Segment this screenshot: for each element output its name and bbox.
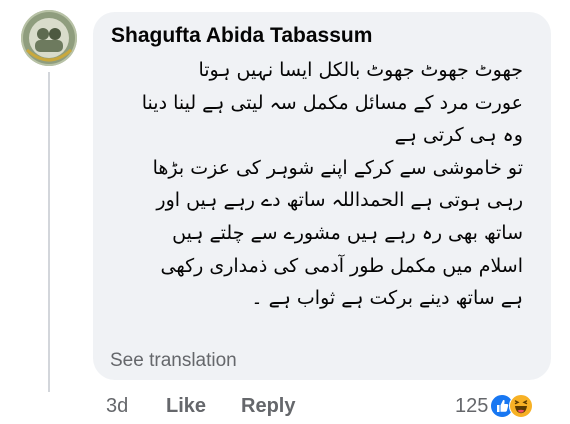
reaction-count: 125	[455, 394, 489, 417]
avatar[interactable]	[21, 10, 77, 66]
comment-timestamp[interactable]: 3d	[106, 395, 166, 418]
comment-line: جھوٹ جھوٹ جھوٹ بالکل ایسا نہیں ہوتا	[198, 59, 523, 81]
comment-line: رہی ہوتی ہے الحمداللہ ساتھ دے رہے ہیں او…	[156, 189, 523, 212]
comment-actions: 3d Like Reply	[106, 392, 295, 420]
comment-line: وہ ہی کرتی ہے	[394, 124, 523, 147]
comment-bubble: Shagufta Abida Tabassum جھوٹ جھوٹ جھوٹ ب…	[93, 12, 551, 380]
comment-line: ہے ساتھ دینے برکت ہے ثواب ہے ۔	[251, 287, 523, 310]
comment-line: ساتھ بھی رہ رہے ہیں مشورے سے چلتے ہیں	[172, 221, 523, 244]
haha-icon	[509, 394, 534, 418]
like-button[interactable]: Like	[166, 395, 241, 418]
profile-photo	[21, 10, 77, 66]
reply-button[interactable]: Reply	[241, 395, 295, 418]
comment-line: اسلام میں مکمل طور آدمی کی ذمداری رکھی	[160, 254, 524, 277]
comment-line: عورت مرد کے مسائل مکمل سہ لیتی ہے لینا د…	[141, 91, 523, 114]
see-translation-link[interactable]: See translation	[110, 350, 237, 372]
comment-author[interactable]: Shagufta Abida Tabassum	[111, 24, 372, 48]
comment-body: جھوٹ جھوٹ جھوٹ بالکل ایسا نہیں ہوتا عورت…	[107, 54, 523, 315]
reply-thread-line	[48, 72, 50, 392]
comment-line: تو خاموشی سے کرکے اپنے شوہر کی عزت بڑھا	[152, 156, 523, 179]
reaction-summary[interactable]: 125	[455, 392, 534, 420]
